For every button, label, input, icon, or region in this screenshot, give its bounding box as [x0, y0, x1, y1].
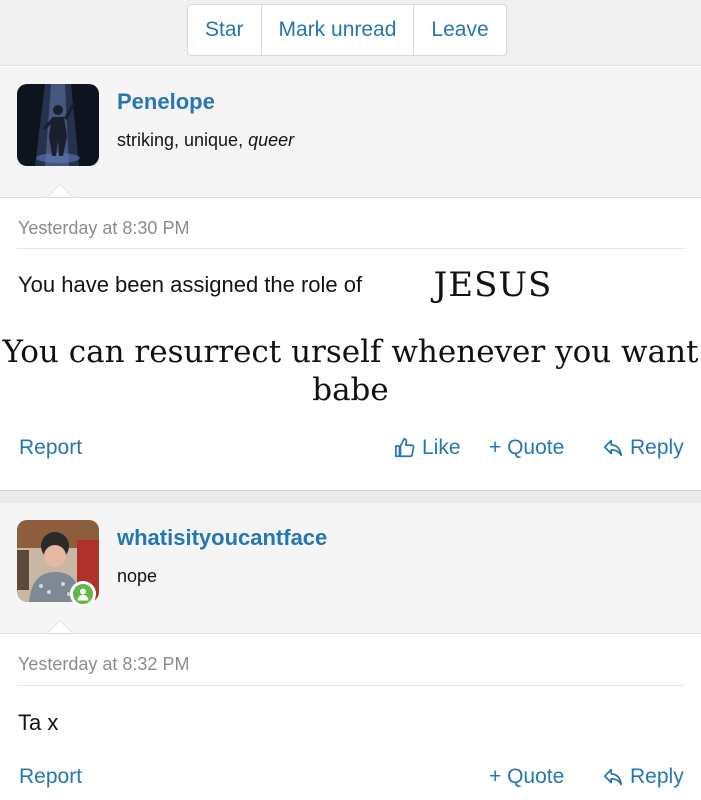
overlay-caption-line-2: babe [312, 372, 389, 408]
reply-button[interactable]: Reply [602, 765, 684, 789]
like-button[interactable]: Like [394, 436, 461, 460]
reply-arrow-icon [603, 768, 623, 786]
conversation-toolbar: Star Mark unread Leave [0, 0, 701, 66]
reply-arrow-icon [603, 439, 623, 457]
header-border [0, 633, 701, 634]
reply-button[interactable]: Reply [602, 436, 684, 460]
quote-button[interactable]: + Quote [489, 765, 564, 789]
thumbs-up-icon [394, 437, 415, 458]
header-border [0, 197, 701, 198]
post-1-user-header: Penelope striking, unique, queer [0, 67, 701, 198]
role-word-sticker: JESUS [412, 250, 574, 320]
post-2-actions: Report + Quote Reply [0, 765, 701, 795]
user-online-icon [70, 581, 96, 607]
post-timestamp[interactable]: Yesterday at 8:30 PM [18, 218, 189, 239]
user-title: striking, unique, queer [117, 130, 294, 151]
user-title-text: striking, unique, [117, 130, 249, 150]
message-text: You have been assigned the role of [18, 272, 363, 297]
quote-label: + Quote [489, 765, 565, 788]
header-notch [46, 184, 74, 198]
reply-label: Reply [630, 436, 684, 459]
message-text: Ta x [18, 710, 59, 735]
user-title: nope [117, 566, 158, 586]
username-penelope[interactable]: Penelope [117, 89, 215, 115]
post-2-user-header: whatisityoucantface nope [0, 503, 701, 634]
post-1-actions: Report Like + Quote Reply [0, 436, 701, 466]
username-whatisityoucantface[interactable]: whatisityoucantface [117, 525, 327, 551]
quote-label: + Quote [489, 436, 565, 459]
avatar-penelope[interactable] [17, 84, 99, 166]
star-button[interactable]: Star [188, 5, 262, 55]
post-separator [0, 490, 701, 503]
overlay-caption-line-1: You can resurrect urself whenever you wa… [2, 334, 699, 370]
reply-label: Reply [630, 765, 684, 788]
header-notch [46, 620, 74, 634]
like-label: Like [422, 436, 461, 459]
report-link[interactable]: Report [19, 765, 82, 789]
report-link[interactable]: Report [19, 436, 82, 460]
mark-unread-button[interactable]: Mark unread [262, 5, 415, 55]
user-title-emphasis: queer [248, 130, 295, 150]
divider [17, 685, 685, 686]
toolbar-button-group: Star Mark unread Leave [187, 4, 507, 56]
post-timestamp[interactable]: Yesterday at 8:32 PM [18, 654, 189, 675]
leave-button[interactable]: Leave [414, 5, 505, 55]
quote-button[interactable]: + Quote [489, 436, 564, 460]
divider [17, 248, 685, 249]
